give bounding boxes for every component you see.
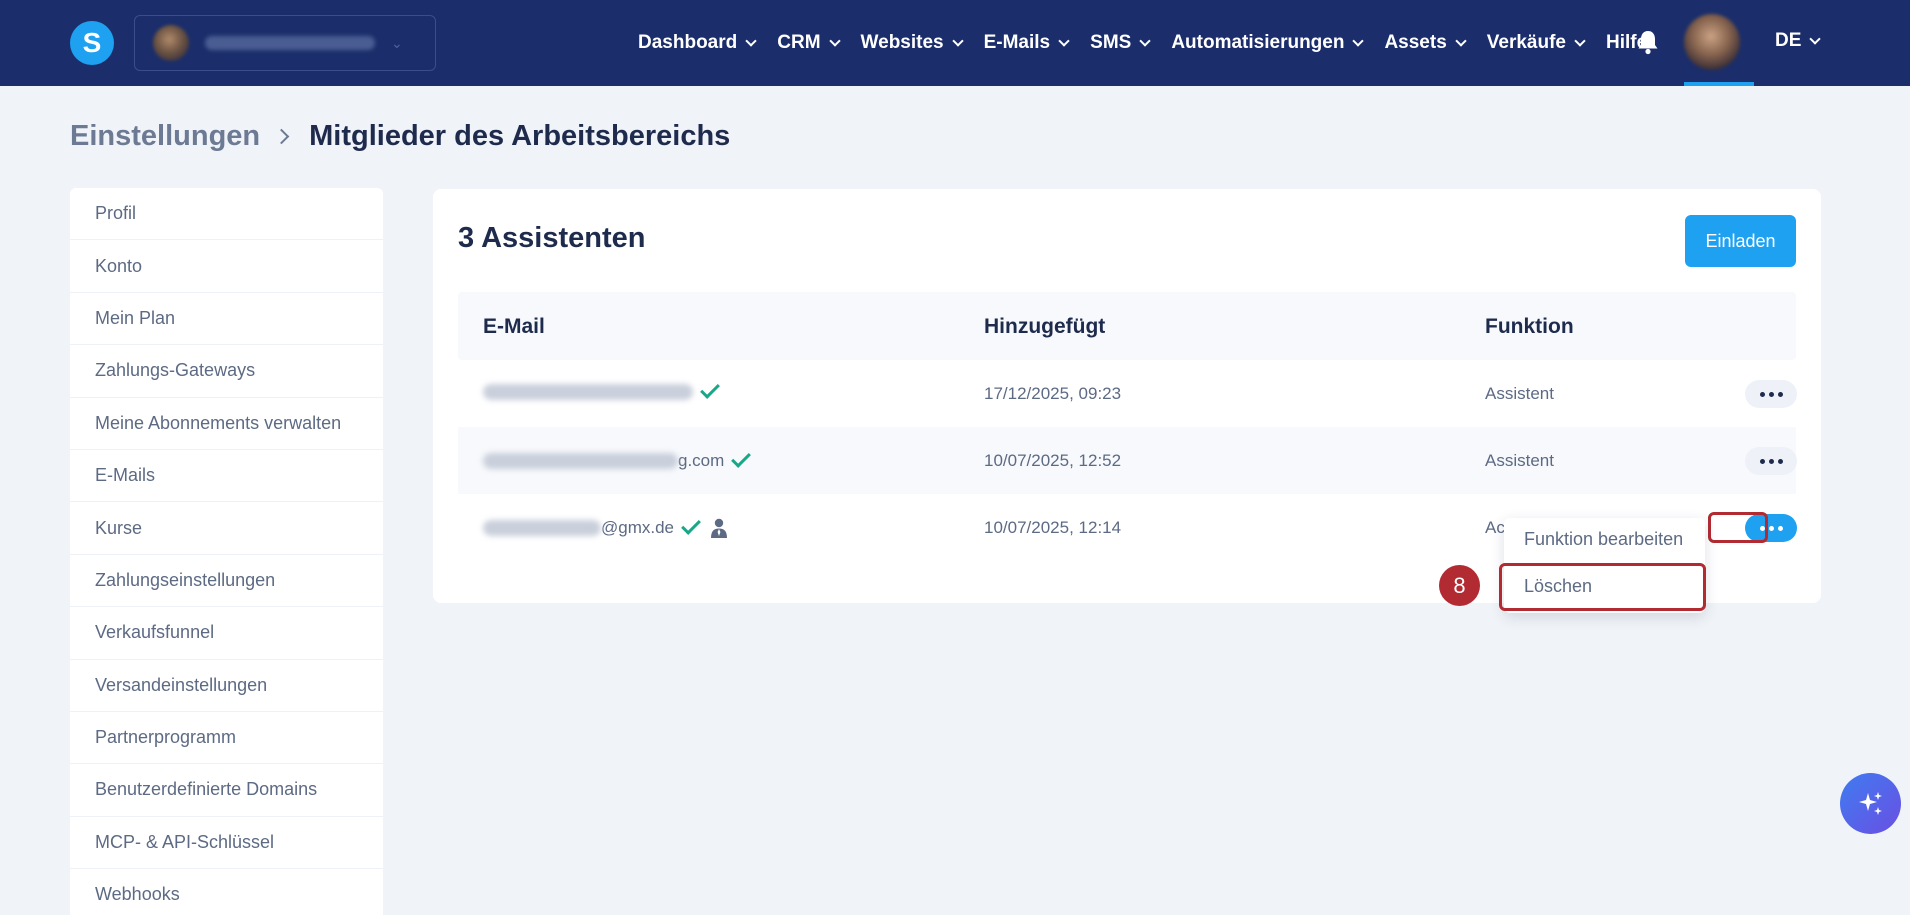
workspace-switcher[interactable]: ⌄ [134, 15, 436, 71]
email-redacted [483, 453, 678, 469]
sidebar-item-zahlungseinstellungen[interactable]: Zahlungseinstellungen [70, 555, 383, 608]
sidebar-item-konto[interactable]: Konto [70, 240, 383, 293]
invite-button[interactable]: Einladen [1685, 215, 1796, 267]
verified-check-icon [700, 379, 720, 399]
chevron-down-icon [1139, 34, 1151, 47]
table-row: 17/12/2025, 09:23 Assistent [458, 360, 1797, 427]
nav-item-verkaeufe[interactable]: Verkäufe [1486, 32, 1586, 54]
table-header: E-Mail Hinzugefügt Funktion [458, 292, 1796, 360]
nav-label: Websites [860, 32, 944, 53]
chevron-down-icon [828, 34, 841, 47]
owner-person-icon [711, 518, 728, 538]
nav-item-assets[interactable]: Assets [1384, 32, 1467, 54]
chevron-right-icon [273, 128, 290, 145]
sidebar-item-kurse[interactable]: Kurse [70, 502, 383, 555]
email-cell: g.com [483, 448, 752, 471]
verified-check-icon [731, 448, 752, 468]
email-cell: @gmx.de [483, 515, 728, 538]
sidebar-item-zahlungs-gateways[interactable]: Zahlungs-Gateways [70, 345, 383, 398]
chevron-down-icon [1352, 34, 1365, 47]
page-title: Mitglieder des Arbeitsbereichs [309, 120, 731, 152]
nav-label: E-Mails [983, 32, 1051, 53]
sidebar-item-emails[interactable]: E-Mails [70, 450, 383, 503]
sidebar-item-domains[interactable]: Benutzerdefinierte Domains [70, 764, 383, 817]
nav-item-dashboard[interactable]: Dashboard [638, 32, 757, 54]
verified-check-icon [681, 515, 701, 535]
nav-item-sms[interactable]: SMS [1090, 32, 1151, 54]
sidebar-item-mein-plan[interactable]: Mein Plan [70, 293, 383, 346]
logo-letter: S [82, 27, 102, 58]
nav-label: Assets [1384, 32, 1447, 53]
breadcrumb-settings-link[interactable]: Einstellungen [70, 120, 260, 153]
app-logo[interactable]: S [70, 21, 114, 65]
language-selector[interactable]: DE [1775, 30, 1822, 52]
row-actions-button[interactable] [1745, 447, 1797, 475]
nav-item-crm[interactable]: CRM [777, 32, 841, 54]
sidebar-item-api-keys[interactable]: MCP- & API-Schlüssel [70, 817, 383, 870]
email-redacted [483, 384, 693, 400]
delete-highlight [1499, 563, 1706, 611]
email-suffix: @gmx.de [601, 518, 675, 537]
chevron-down-icon [1455, 34, 1467, 47]
sidebar-item-partnerprogramm[interactable]: Partnerprogramm [70, 712, 383, 765]
settings-sidebar: Profil Konto Mein Plan Zahlungs-Gateways… [70, 188, 383, 915]
role-cell: Ac [1485, 518, 1505, 537]
members-count-title: 3 Assistenten [458, 222, 646, 254]
chevron-down-icon [1574, 34, 1586, 47]
added-date-cell: 10/07/2025, 12:52 [984, 451, 1122, 470]
sidebar-item-abonnements[interactable]: Meine Abonnements verwalten [70, 398, 383, 450]
chevron-down-icon [951, 34, 964, 47]
nav-label: CRM [777, 32, 821, 53]
chevron-down-icon [745, 34, 757, 47]
added-date-cell: 17/12/2025, 09:23 [984, 384, 1122, 403]
sidebar-item-profil[interactable]: Profil [70, 188, 383, 241]
nav-item-emails[interactable]: E-Mails [983, 32, 1070, 54]
nav-label: SMS [1090, 32, 1132, 53]
bell-icon[interactable] [1637, 29, 1659, 55]
nav-item-websites[interactable]: Websites [860, 32, 964, 54]
row-actions-button[interactable] [1745, 380, 1797, 408]
email-suffix: g.com [678, 451, 725, 470]
menu-item-edit-role[interactable]: Funktion bearbeiten [1524, 529, 1683, 550]
column-header-added: Hinzugefügt [984, 315, 1106, 338]
role-cell: Assistent [1485, 384, 1554, 403]
email-redacted [483, 520, 601, 536]
breadcrumb: Einstellungen Mitglieder des Arbeitsbere… [70, 120, 730, 153]
ai-assistant-button[interactable] [1840, 773, 1901, 834]
email-cell [483, 379, 720, 400]
sidebar-item-verkaufsfunnel[interactable]: Verkaufsfunnel [70, 607, 383, 660]
nav-item-automatisierungen[interactable]: Automatisierungen [1171, 32, 1365, 54]
sparkle-icon [1858, 791, 1882, 815]
top-navigation-bar: S ⌄ Dashboard CRM Websites E-Mails SMS A… [0, 0, 1910, 86]
nav-label: Verkäufe [1486, 32, 1567, 53]
column-header-email: E-Mail [483, 315, 545, 338]
actions-button-highlight [1708, 512, 1768, 543]
main-nav: Dashboard CRM Websites E-Mails SMS Autom… [638, 0, 1669, 86]
nav-label: Automatisierungen [1171, 32, 1345, 53]
step-number-badge: 8 [1439, 565, 1480, 606]
sidebar-item-versandeinstellungen[interactable]: Versandeinstellungen [70, 660, 383, 712]
chevron-down-icon [1058, 34, 1070, 47]
chevron-down-icon: ⌄ [391, 34, 403, 51]
nav-label: Dashboard [638, 32, 738, 53]
table-row: g.com 10/07/2025, 12:52 Assistent [458, 427, 1797, 494]
role-cell: Assistent [1485, 451, 1554, 470]
chevron-down-icon [1809, 32, 1822, 45]
workspace-name-redacted [205, 36, 375, 50]
user-avatar[interactable] [1684, 14, 1740, 70]
added-date-cell: 10/07/2025, 12:14 [984, 518, 1122, 537]
language-label: DE [1775, 30, 1802, 51]
sidebar-item-webhooks[interactable]: Webhooks [70, 869, 383, 915]
workspace-avatar [153, 25, 189, 61]
column-header-role: Funktion [1485, 315, 1574, 338]
active-indicator [1684, 82, 1754, 86]
